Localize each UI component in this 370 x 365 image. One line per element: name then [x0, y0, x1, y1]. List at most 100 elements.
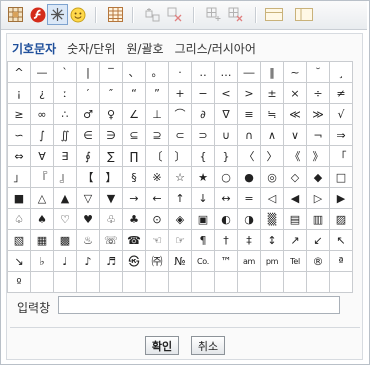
- symbol-cell[interactable]: ♠: [30, 208, 54, 230]
- symbol-cell[interactable]: ◑: [237, 208, 261, 230]
- symbol-cell[interactable]: ∀: [30, 145, 54, 167]
- insert-cells-icon[interactable]: [203, 4, 224, 25]
- symbol-cell[interactable]: ∽: [7, 124, 31, 146]
- tab-greek-russian[interactable]: 그리스/러시아어: [175, 40, 256, 57]
- symbol-cell[interactable]: ∑: [99, 145, 123, 167]
- symbol-cell[interactable]: ≫: [306, 103, 330, 125]
- symbol-cell[interactable]: ◎: [260, 166, 284, 188]
- symbol-cell[interactable]: ≡: [237, 103, 261, 125]
- symbol-cell[interactable]: ♣: [122, 208, 146, 230]
- symbol-cell[interactable]: ∇: [214, 103, 238, 125]
- symbol-cell[interactable]: am: [237, 250, 261, 272]
- symbol-cell[interactable]: `: [53, 61, 77, 83]
- symbol-cell[interactable]: [214, 271, 238, 293]
- symbol-cell[interactable]: ≪: [283, 103, 307, 125]
- symbol-cell[interactable]: 〕: [168, 145, 192, 167]
- symbol-cell[interactable]: □: [329, 166, 353, 188]
- symbol-cell[interactable]: ◈: [168, 208, 192, 230]
- symbol-cell[interactable]: [237, 271, 261, 293]
- symbol-cell[interactable]: ¶: [191, 229, 215, 251]
- symbol-cell[interactable]: 」: [7, 166, 31, 188]
- symbol-cell[interactable]: [53, 271, 77, 293]
- symbol-cell[interactable]: [283, 271, 307, 293]
- row-layout-icon[interactable]: [263, 4, 284, 25]
- symbol-cell[interactable]: ⇔: [7, 145, 31, 167]
- symbol-cell[interactable]: ▶: [329, 187, 353, 209]
- symbol-cell[interactable]: [122, 271, 146, 293]
- symbol-cell[interactable]: ←: [145, 187, 169, 209]
- symbol-cell[interactable]: ☜: [145, 229, 169, 251]
- symbol-cell[interactable]: ▧: [7, 229, 31, 251]
- symbol-cell[interactable]: [260, 271, 284, 293]
- symbol-cell[interactable]: −: [191, 82, 215, 104]
- symbol-cell[interactable]: ~: [283, 61, 307, 83]
- symbol-cell[interactable]: [99, 271, 123, 293]
- symbol-cell[interactable]: ‥: [191, 61, 215, 83]
- tab-symbols[interactable]: 기호문자: [12, 40, 56, 57]
- symbol-cell[interactable]: ∈: [76, 124, 100, 146]
- symbol-cell[interactable]: 》: [306, 145, 330, 167]
- symbol-cell[interactable]: [76, 271, 100, 293]
- symbol-cell[interactable]: ◀: [283, 187, 307, 209]
- symbol-cell[interactable]: 〈: [237, 145, 261, 167]
- symbol-cell[interactable]: 〉: [260, 145, 284, 167]
- symbol-cell[interactable]: ♡: [53, 208, 77, 230]
- symbol-cell[interactable]: ◁: [260, 187, 284, 209]
- symbol-cell[interactable]: ▼: [99, 187, 123, 209]
- symbol-cell[interactable]: ※: [145, 166, 169, 188]
- symbol-cell[interactable]: ▽: [76, 187, 100, 209]
- symbol-cell[interactable]: Co.: [191, 250, 215, 272]
- symbol-cell[interactable]: pm: [260, 250, 284, 272]
- symbol-cell[interactable]: ∂: [191, 103, 215, 125]
- symbol-cell[interactable]: ♧: [99, 208, 123, 230]
- symbol-cell[interactable]: ÷: [306, 82, 330, 104]
- symbol-cell[interactable]: 』: [53, 166, 77, 188]
- symbol-cell[interactable]: ↑: [168, 187, 192, 209]
- symbol-cell[interactable]: ®: [306, 250, 330, 272]
- symbol-cell[interactable]: 、: [122, 61, 146, 83]
- delete-cells-icon[interactable]: [164, 4, 185, 25]
- symbol-cell[interactable]: >: [237, 82, 261, 104]
- symbol-cell[interactable]: ▷: [306, 187, 330, 209]
- symbol-cell[interactable]: ∨: [283, 124, 307, 146]
- symbol-cell[interactable]: 「: [329, 145, 353, 167]
- symbol-cell[interactable]: ○: [214, 166, 238, 188]
- merge-cells-icon[interactable]: [142, 4, 163, 25]
- symbol-cell[interactable]: ∠: [122, 103, 146, 125]
- symbol-cell[interactable]: ↙: [306, 229, 330, 251]
- symbol-cell[interactable]: ▦: [30, 229, 54, 251]
- symbol-cell[interactable]: ∋: [99, 124, 123, 146]
- symbol-cell[interactable]: ☏: [99, 229, 123, 251]
- symbol-cell[interactable]: |: [76, 61, 100, 83]
- symbol-cell[interactable]: +: [168, 82, 192, 104]
- symbol-cell[interactable]: ː: [53, 82, 77, 104]
- symbol-cell[interactable]: [168, 271, 192, 293]
- symbol-cell[interactable]: Tel: [283, 250, 307, 272]
- symbol-cell[interactable]: ↓: [191, 187, 215, 209]
- symbol-cell[interactable]: ♤: [7, 208, 31, 230]
- symbol-cell[interactable]: ™: [214, 250, 238, 272]
- symbol-cell[interactable]: ⇒: [329, 124, 353, 146]
- symbol-cell[interactable]: ⊆: [122, 124, 146, 146]
- symbol-cell[interactable]: …: [214, 61, 238, 83]
- symbol-cell[interactable]: ▨: [329, 208, 353, 230]
- symbol-cell[interactable]: ★: [191, 166, 215, 188]
- symbol-cell[interactable]: 】: [99, 166, 123, 188]
- symbol-cell[interactable]: ☞: [168, 229, 192, 251]
- symbol-cell[interactable]: ↕: [260, 229, 284, 251]
- symbol-cell[interactable]: ▒: [260, 208, 284, 230]
- symbol-cell[interactable]: ♬: [99, 250, 123, 272]
- table-icon[interactable]: [5, 4, 26, 25]
- symbol-cell[interactable]: ∧: [260, 124, 284, 146]
- symbol-cell[interactable]: ⊙: [145, 208, 169, 230]
- symbol-cell[interactable]: 《: [283, 145, 307, 167]
- symbol-cell[interactable]: ♀: [99, 103, 123, 125]
- symbol-cell[interactable]: —: [30, 61, 54, 83]
- symbol-cell[interactable]: ↘: [7, 250, 31, 272]
- symbol-cell[interactable]: ▲: [53, 187, 77, 209]
- symbol-cell[interactable]: ♂: [76, 103, 100, 125]
- symbol-cell[interactable]: ☆: [168, 166, 192, 188]
- symbol-cell[interactable]: ▤: [283, 208, 307, 230]
- symbol-cell[interactable]: [145, 271, 169, 293]
- symbol-cell[interactable]: ▩: [53, 229, 77, 251]
